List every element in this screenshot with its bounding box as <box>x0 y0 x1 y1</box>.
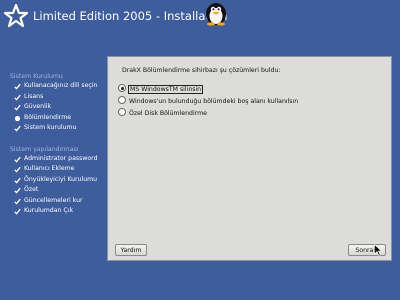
check-icon <box>14 177 21 184</box>
sidebar-steps: Sistem Kurulumu Kullanacağınız dili seçi… <box>10 72 110 217</box>
sidebar-section-title: Sistem Kurulumu <box>10 73 63 80</box>
radio-selected[interactable] <box>118 84 126 92</box>
check-icon <box>14 104 21 111</box>
sidebar-item-updates: Güncellemeleri kur <box>10 196 110 207</box>
sidebar-item-label: Güncellemeleri kur <box>24 196 83 204</box>
window-title: Limited Edition 2005 - Installation <box>33 9 228 23</box>
check-icon <box>14 94 21 101</box>
check-icon <box>14 198 21 205</box>
sidebar-item-label: Kurulumdan Çık <box>24 207 74 214</box>
option-erase-windows[interactable]: MS WindowsTM silinsin <box>118 84 204 95</box>
option-use-free-space[interactable]: Windows'un bulunduğu bölümdeki boş alanı… <box>118 96 298 107</box>
option-custom-partitioning[interactable]: Özel Disk Bölümlendirme <box>118 108 207 119</box>
sidebar-item-label: Önyükleyiciyi Kurulumu <box>24 175 98 183</box>
check-icon <box>14 156 21 163</box>
check-icon <box>14 208 21 215</box>
sidebar-item-label: Sistem kurulumu <box>24 124 77 131</box>
option-label: Özel Disk Bölümlendirme <box>129 110 207 117</box>
option-label: Windows'un bulunduğu bölümdeki boş alanı… <box>129 98 299 105</box>
sidebar-item-security: Güvenlik <box>10 102 110 113</box>
sidebar-item-admin-password: Administrator password <box>10 154 110 165</box>
help-button[interactable]: Yardım <box>115 244 147 256</box>
check-icon <box>14 187 21 194</box>
current-step-dot-icon <box>14 115 21 121</box>
sidebar-item-label: Lisans <box>24 92 44 100</box>
sidebar-item-bootloader: Önyükleyiciyi Kurulumu <box>10 175 110 186</box>
partitioning-panel: DrakX Bölümlendirme sihirbazı şu çözümle… <box>107 56 392 261</box>
penguin-logo-icon <box>206 3 226 26</box>
wizard-question: DrakX Bölümlendirme sihirbazı şu çözümle… <box>122 67 281 74</box>
sidebar-item-license: Lisans <box>10 92 110 103</box>
sidebar-item-label: Kullanıcı Ekleme <box>24 165 75 172</box>
radio-unselected[interactable] <box>118 96 126 104</box>
mouse-cursor-icon <box>374 244 382 256</box>
sidebar-item-label: Kullanacağınız dili seçin <box>24 82 98 89</box>
sidebar-item-label: Özet <box>24 186 39 193</box>
sidebar-item-label: Administrator password <box>24 154 98 162</box>
sidebar-item-system-install: Sistem kurulumu <box>10 123 110 134</box>
check-icon <box>14 166 21 173</box>
sidebar-section-title: Sistem yapılandırması <box>10 145 79 153</box>
sidebar-item-label: Güvenlik <box>24 103 52 110</box>
sidebar-item-label: Bölümlendirme <box>24 113 72 121</box>
header: Limited Edition 2005 - Installation <box>0 0 400 48</box>
sidebar-item-exit: Kurulumdan Çık <box>10 206 110 217</box>
sidebar-item-language: Kullanacağınız dili seçin <box>10 81 110 92</box>
check-icon <box>14 83 21 90</box>
sidebar-item-partitioning: Bölümlendirme <box>10 113 110 124</box>
check-icon <box>14 125 21 132</box>
option-label: MS WindowsTM silinsin <box>127 85 204 94</box>
star-icon <box>3 3 29 28</box>
radio-unselected[interactable] <box>118 108 126 116</box>
sidebar-item-summary: Özet <box>10 185 110 196</box>
sidebar-item-add-user: Kullanıcı Ekleme <box>10 164 110 175</box>
